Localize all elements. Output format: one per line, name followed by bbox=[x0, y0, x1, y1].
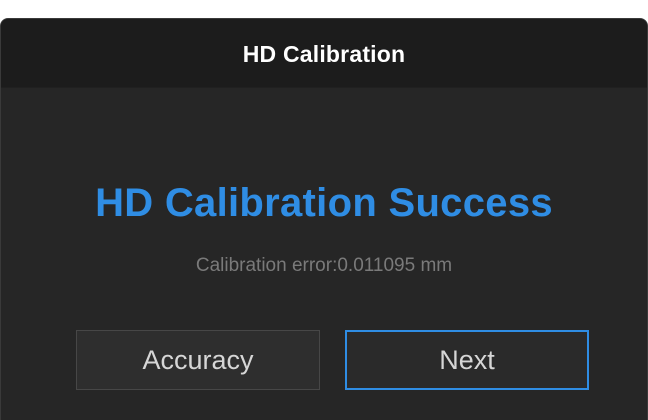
screen: HD Calibration HD Calibration Success Ca… bbox=[0, 0, 648, 420]
dialog-titlebar: HD Calibration bbox=[1, 19, 647, 88]
dialog-title: HD Calibration bbox=[242, 40, 406, 67]
accuracy-button[interactable]: Accuracy bbox=[76, 330, 320, 390]
next-button[interactable]: Next bbox=[345, 330, 589, 390]
success-headline: HD Calibration Success bbox=[95, 181, 553, 225]
calibration-error-text: Calibration error:0.011095 mm bbox=[195, 255, 453, 276]
accuracy-button-label: Accuracy bbox=[142, 344, 254, 375]
next-button-label: Next bbox=[439, 344, 495, 375]
calibration-dialog: HD Calibration HD Calibration Success Ca… bbox=[0, 18, 648, 420]
